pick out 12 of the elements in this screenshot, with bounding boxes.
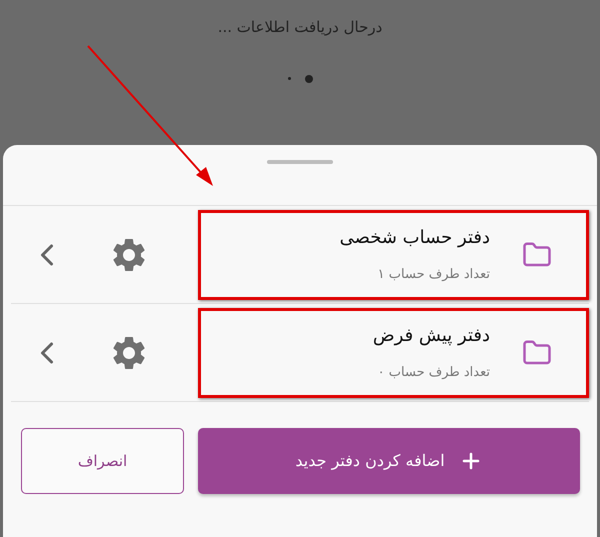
loading-message: درحال دریافت اطلاعات ... (218, 17, 382, 38)
folder-icon (522, 240, 552, 270)
add-notebook-button[interactable]: اضافه کردن دفتر جدید (198, 428, 580, 494)
cancel-button[interactable]: انصراف (21, 428, 184, 494)
folder-icon (522, 338, 552, 368)
notebook-subtitle: تعداد طرف حساب ۱ (376, 266, 490, 284)
drag-handle[interactable] (267, 160, 333, 164)
notebook-title: دفتر پیش فرض (372, 324, 490, 348)
highlight-box[interactable]: دفتر پیش فرض تعداد طرف حساب ۰ (198, 308, 589, 398)
notebook-subtitle: تعداد طرف حساب ۰ (376, 364, 490, 382)
notebook-title: دفتر حساب شخصی (340, 226, 490, 250)
highlight-box[interactable]: دفتر حساب شخصی تعداد طرف حساب ۱ (198, 210, 589, 300)
